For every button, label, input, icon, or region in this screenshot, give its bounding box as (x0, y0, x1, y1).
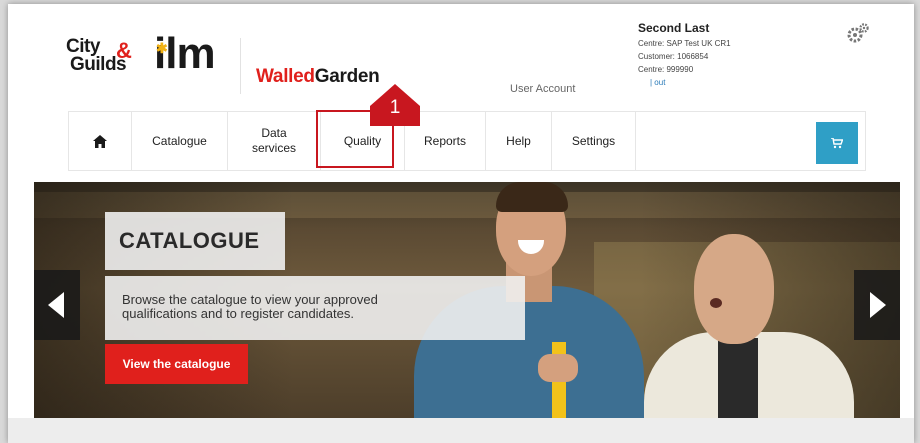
hero-description: Browse the catalogue to view your approv… (122, 292, 378, 321)
step-number: 1 (389, 97, 401, 118)
hero-person-hand (538, 354, 578, 382)
cart-button[interactable] (816, 122, 858, 164)
view-catalogue-button[interactable]: View the catalogue (105, 344, 248, 384)
nav-divider (865, 112, 866, 170)
nav-catalogue[interactable]: Catalogue (132, 112, 228, 170)
home-icon (93, 134, 107, 148)
account-customer: Customer: 1066854 (638, 52, 709, 61)
walled-text: Walled (256, 66, 315, 87)
cart-icon (831, 137, 843, 148)
ilm-logo[interactable]: ✱ ilm (154, 32, 216, 76)
step-callout: 1 (370, 84, 420, 126)
hero-second-person-head (694, 234, 774, 344)
hero-person-hair (496, 182, 568, 212)
logo-guilds-text: Guilds (70, 54, 127, 75)
logout-link[interactable]: | out (638, 78, 731, 87)
gears-icon[interactable] (846, 22, 869, 44)
account-centre: Centre: SAP Test UK CR1 (638, 39, 731, 48)
account-name: Second Last (638, 21, 710, 35)
nav-data-services-label: Data services (251, 126, 296, 155)
chevron-right-icon (870, 292, 886, 318)
walled-garden-logo[interactable]: WalledGarden (256, 66, 380, 88)
ilm-star-icon: ✱ (156, 40, 168, 56)
logo-divider (240, 38, 241, 94)
nav-home[interactable] (68, 112, 132, 170)
nav-settings[interactable]: Settings (552, 112, 636, 170)
nav-data-services[interactable]: Data services (228, 112, 321, 170)
carousel-next-button[interactable] (854, 270, 900, 340)
hero-title-box: CATALOGUE (105, 212, 285, 270)
hero-carousel: CATALOGUE Browse the catalogue to view y… (34, 182, 900, 418)
page-bottom-strip (8, 418, 914, 443)
main-nav: Catalogue Data services Quality Reports … (68, 111, 866, 171)
account-info: Second Last Centre: SAP Test UK CR1 Cust… (638, 21, 731, 87)
hero-title: CATALOGUE (119, 228, 260, 253)
account-centre-id: Centre: 999990 (638, 65, 694, 74)
carousel-prev-button[interactable] (34, 270, 80, 340)
browser-frame: City & Guilds ✱ ilm WalledGarden User Ac… (8, 4, 914, 443)
hero-second-person-shirt (718, 338, 758, 418)
user-account-link[interactable]: User Account (510, 83, 575, 95)
hero-description-box: Browse the catalogue to view your approv… (105, 276, 525, 340)
chevron-left-icon (48, 292, 64, 318)
site-header: City & Guilds ✱ ilm WalledGarden User Ac… (8, 4, 914, 112)
hero-second-person-mouth (710, 298, 722, 308)
city-guilds-logo[interactable]: City & Guilds (66, 36, 136, 80)
nav-help[interactable]: Help (486, 112, 552, 170)
